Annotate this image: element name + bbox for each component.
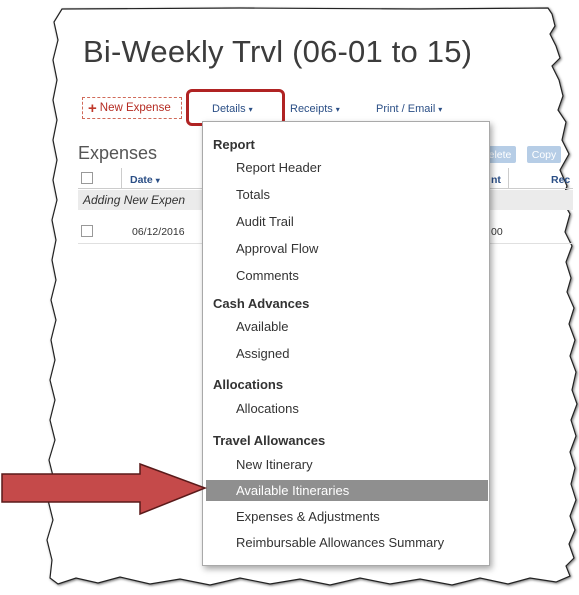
menu-item-assigned[interactable]: Assigned [236,346,289,361]
right-arrow-icon [1,462,208,516]
chevron-down-icon: ▾ [335,105,340,114]
menu-section-allocations: Allocations [213,377,284,392]
column-header-requested[interactable]: Rec [551,174,570,186]
adding-expense-text: Adding New Expen [83,193,186,207]
plus-icon: + [88,99,97,117]
date-header-label: Date [130,174,153,186]
column-header-amount[interactable]: nt [491,174,501,186]
menu-item-available[interactable]: Available [236,319,289,334]
print-email-label: Print / Email [376,103,436,115]
page-title: Bi-Weekly Trvl (06-01 to 15) [83,34,473,69]
menu-section-cash-advances: Cash Advances [213,296,310,311]
menu-item-approval-flow[interactable]: Approval Flow [236,241,318,256]
menu-section-travel-allowances: Travel Allowances [213,433,326,448]
menu-item-reimbursable-allowances-summary[interactable]: Reimbursable Allowances Summary [236,535,444,550]
menu-item-totals[interactable]: Totals [236,187,270,202]
menu-item-audit-trail[interactable]: Audit Trail [236,214,294,229]
sort-down-icon: ▾ [155,176,160,185]
row-checkbox[interactable] [81,225,93,237]
menu-item-comments[interactable]: Comments [236,268,299,283]
details-dropdown-menu: Report Report Header Totals Audit Trail … [202,121,490,566]
expense-date-cell[interactable]: 06/12/2016 [132,226,185,238]
column-divider [508,168,509,188]
print-email-menu-button[interactable]: Print / Email ▾ [376,103,442,115]
new-expense-button[interactable]: + New Expense [82,97,182,119]
menu-item-new-itinerary[interactable]: New Itinerary [236,457,313,472]
menu-item-report-header[interactable]: Report Header [236,160,321,175]
expense-amount-cell[interactable]: 00 [491,226,503,238]
menu-item-expenses-adjustments[interactable]: Expenses & Adjustments [236,509,380,524]
column-header-date[interactable]: Date ▾ [130,174,160,186]
menu-item-available-itineraries[interactable]: Available Itineraries [236,483,349,498]
receipts-label: Receipts [290,103,333,115]
select-all-checkbox[interactable] [81,172,93,184]
copy-button[interactable]: Copy [527,146,561,163]
chevron-down-icon: ▾ [438,105,443,114]
menu-item-allocations[interactable]: Allocations [236,401,299,416]
new-expense-label: New Expense [99,102,171,114]
receipts-menu-button[interactable]: Receipts ▾ [290,103,340,115]
column-divider [121,168,122,188]
expenses-heading: Expenses [78,143,158,163]
menu-section-report: Report [213,137,255,152]
